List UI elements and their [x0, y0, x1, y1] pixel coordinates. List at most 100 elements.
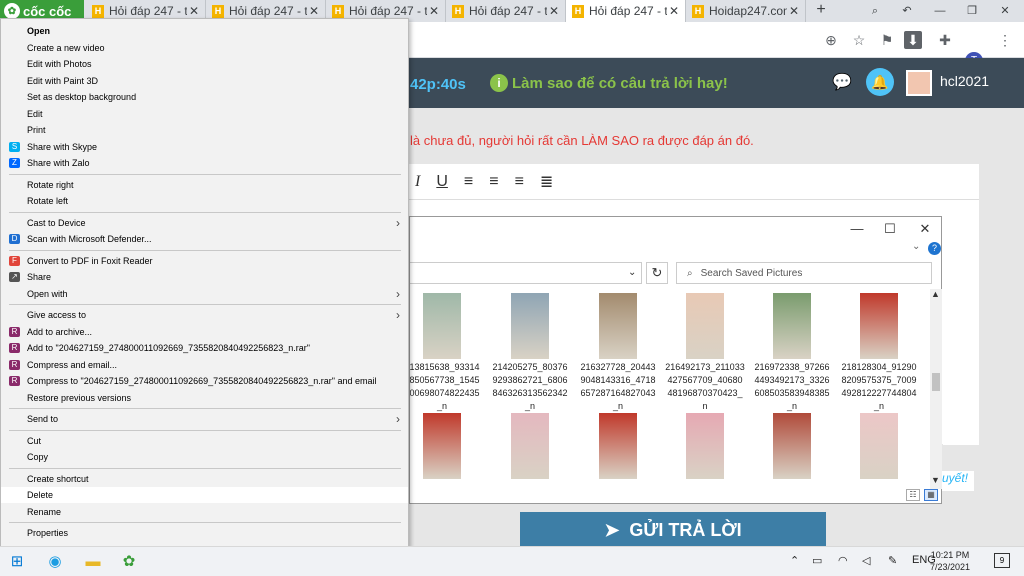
- file-item[interactable]: 214205275_803769293862721_68068463263135…: [490, 293, 570, 413]
- menu-item[interactable]: R Compress to "204627159_274800011092669_…: [1, 373, 408, 389]
- menu-item[interactable]: Rename: [1, 504, 408, 520]
- back-icon[interactable]: ↶: [892, 0, 922, 22]
- dialog-close-button[interactable]: ✕: [915, 221, 935, 237]
- menu-item[interactable]: D Scan with Microsoft Defender...: [1, 231, 408, 247]
- menu-item[interactable]: Properties: [1, 525, 408, 541]
- underline-button[interactable]: U: [436, 173, 448, 191]
- extension-badge-icon[interactable]: ⚑: [878, 31, 896, 49]
- vertical-scrollbar[interactable]: ▲ ▼: [930, 289, 942, 489]
- tray-chevron-icon[interactable]: ⌃: [790, 554, 799, 567]
- menu-item[interactable]: Give access to ›: [1, 307, 408, 323]
- howto-link[interactable]: i Làm sao để có câu trả lời hay!: [490, 74, 728, 92]
- path-dropdown-icon[interactable]: ⌄: [628, 267, 636, 278]
- scrollbar-thumb[interactable]: [932, 373, 940, 391]
- chat-icon[interactable]: 💬: [832, 72, 854, 91]
- menu-item[interactable]: S Share with Skype: [1, 139, 408, 155]
- volume-icon[interactable]: ◁: [862, 554, 870, 567]
- username[interactable]: hcl2021: [940, 73, 989, 89]
- menu-item[interactable]: R Add to archive...: [1, 324, 408, 340]
- menu-item[interactable]: Send to ›: [1, 411, 408, 427]
- menu-item[interactable]: Open with ›: [1, 286, 408, 302]
- file-item[interactable]: 216972338_972664493492173_33266085035839…: [752, 293, 832, 413]
- tab-close-icon[interactable]: ✕: [427, 4, 441, 18]
- menu-item[interactable]: Edit with Paint 3D: [1, 73, 408, 89]
- file-item[interactable]: [665, 413, 745, 481]
- restore-button[interactable]: ❐: [957, 0, 987, 22]
- menu-item[interactable]: Cast to Device ›: [1, 215, 408, 231]
- menu-item[interactable]: Open: [1, 23, 408, 39]
- file-explorer-icon[interactable]: ▬: [84, 553, 102, 571]
- menu-item[interactable]: Set as desktop background: [1, 89, 408, 105]
- tab-close-icon[interactable]: ✕: [667, 4, 681, 18]
- wifi-icon[interactable]: ◠: [838, 554, 848, 567]
- browser-tab[interactable]: H Hỏi đáp 247 - tr ✕: [446, 0, 566, 22]
- address-path-field[interactable]: ⌄: [410, 262, 642, 284]
- tab-close-icon[interactable]: ✕: [787, 4, 801, 18]
- submit-answer-button[interactable]: ➤ GỬI TRẢ LỜI: [520, 512, 826, 548]
- right-link[interactable]: uyết!: [942, 471, 974, 491]
- tab-search-icon[interactable]: ⌕: [860, 0, 890, 22]
- dialog-maximize-button[interactable]: ☐: [880, 221, 900, 237]
- clock[interactable]: 10:21 PM 7/23/2021: [930, 549, 970, 573]
- help-icon[interactable]: ?: [928, 242, 941, 255]
- file-item[interactable]: [839, 413, 919, 481]
- menu-item[interactable]: Z Share with Zalo: [1, 155, 408, 171]
- minimize-button[interactable]: —: [925, 0, 955, 22]
- menu-item[interactable]: R Compress and email...: [1, 357, 408, 373]
- windows-start-icon[interactable]: ⊞: [8, 553, 26, 571]
- align-justify-icon[interactable]: ≣: [540, 172, 553, 192]
- italic-button[interactable]: I: [415, 173, 420, 191]
- dialog-minimize-button[interactable]: —: [847, 221, 867, 237]
- file-item[interactable]: [490, 413, 570, 481]
- tab-close-icon[interactable]: ✕: [187, 4, 201, 18]
- menu-item[interactable]: Edit: [1, 106, 408, 122]
- menu-item[interactable]: F Convert to PDF in Foxit Reader: [1, 253, 408, 269]
- zoom-icon[interactable]: ⊕: [822, 31, 840, 49]
- close-window-button[interactable]: ✕: [990, 0, 1020, 22]
- user-avatar[interactable]: [906, 70, 932, 96]
- new-tab-button[interactable]: +: [812, 0, 830, 22]
- search-input[interactable]: ⌕ Search Saved Pictures: [676, 262, 932, 284]
- download-icon[interactable]: ⬇: [904, 31, 922, 49]
- tab-close-icon[interactable]: ✕: [547, 4, 561, 18]
- menu-item[interactable]: ↗ Share: [1, 269, 408, 285]
- menu-item[interactable]: Rotate left: [1, 193, 408, 209]
- menu-kebab-icon[interactable]: ⋮: [996, 31, 1014, 49]
- file-item[interactable]: [410, 413, 482, 481]
- menu-item[interactable]: Create shortcut: [1, 471, 408, 487]
- menu-item[interactable]: Delete: [1, 487, 408, 503]
- menu-item[interactable]: Edit with Photos: [1, 56, 408, 72]
- browser-tab[interactable]: H Hoidap247.com ✕: [686, 0, 806, 22]
- menu-item[interactable]: R Add to "204627159_274800011092669_73558…: [1, 340, 408, 356]
- battery-icon[interactable]: ▭: [812, 554, 822, 567]
- file-item[interactable]: 213815638_933142850567738_15458006980748…: [410, 293, 482, 413]
- edge-browser-icon[interactable]: ◉: [46, 553, 64, 571]
- menu-item[interactable]: Print: [1, 122, 408, 138]
- pen-icon[interactable]: ✎: [888, 554, 897, 567]
- scroll-down-icon[interactable]: ▼: [931, 475, 940, 485]
- notification-center-icon[interactable]: 9: [994, 553, 1010, 568]
- tab-close-icon[interactable]: ✕: [307, 4, 321, 18]
- browser-tab[interactable]: H Hỏi đáp 247 - tr ✕: [566, 0, 686, 22]
- details-view-icon[interactable]: ☷: [906, 489, 920, 501]
- align-center-icon[interactable]: ≡: [489, 173, 498, 191]
- chevron-down-icon[interactable]: ⌄: [912, 241, 920, 252]
- align-right-icon[interactable]: ≡: [515, 173, 524, 191]
- file-item[interactable]: 216327728_204439048143316_47186572871648…: [578, 293, 658, 413]
- menu-item[interactable]: Restore previous versions: [1, 390, 408, 406]
- menu-item[interactable]: Create a new video: [1, 40, 408, 56]
- thumbnail-view-icon[interactable]: ▦: [924, 489, 938, 501]
- refresh-button[interactable]: ↻: [646, 262, 668, 284]
- align-left-icon[interactable]: ≡: [464, 173, 473, 191]
- menu-item[interactable]: Cut: [1, 433, 408, 449]
- bookmark-star-icon[interactable]: ☆: [850, 31, 868, 49]
- menu-item[interactable]: Copy: [1, 449, 408, 465]
- file-item[interactable]: 216492173_211033427567709_40680481968703…: [665, 293, 745, 413]
- extensions-puzzle-icon[interactable]: ✚: [936, 31, 954, 49]
- file-item[interactable]: [578, 413, 658, 481]
- scroll-up-icon[interactable]: ▲: [931, 289, 940, 299]
- file-item[interactable]: [752, 413, 832, 481]
- menu-item[interactable]: Rotate right: [1, 177, 408, 193]
- file-item[interactable]: 218128304_912908209575375_70094928122277…: [839, 293, 919, 413]
- bell-icon[interactable]: 🔔: [866, 68, 894, 96]
